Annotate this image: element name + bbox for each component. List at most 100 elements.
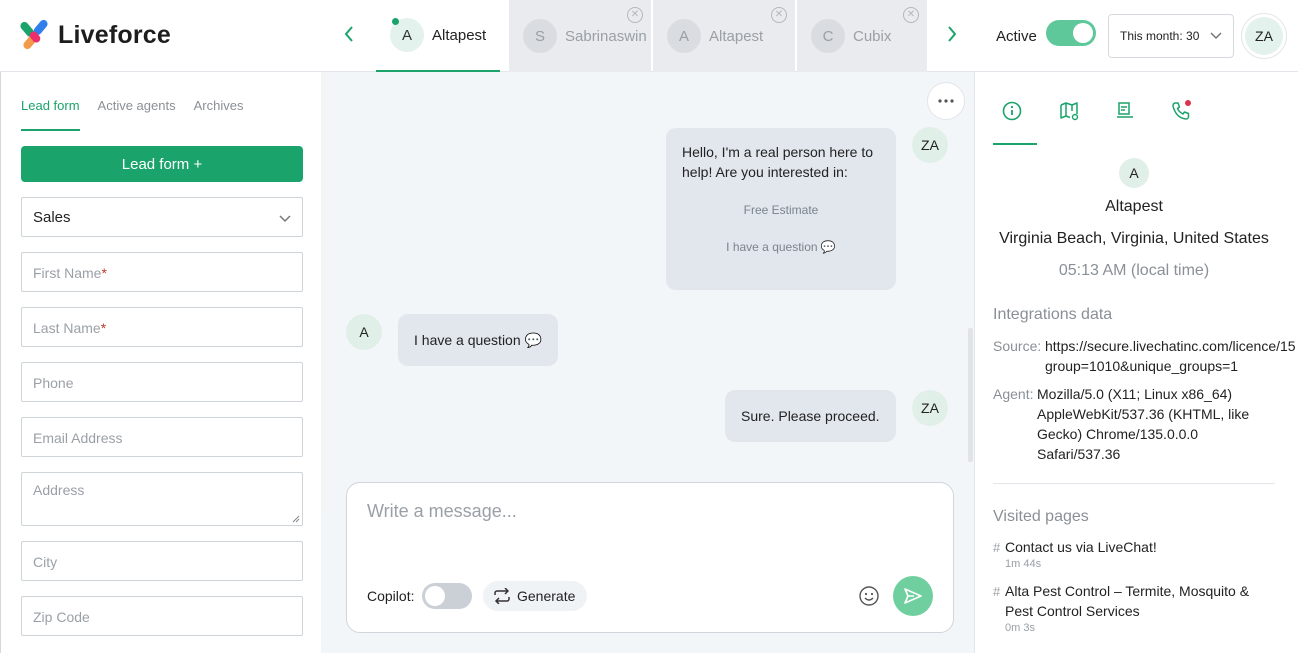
avatar: A: [667, 19, 701, 53]
zip-code-field[interactable]: Zip Code: [21, 596, 303, 636]
first-name-placeholder: First Name: [33, 265, 102, 281]
email-field[interactable]: Email Address: [21, 417, 303, 457]
quick-reply-option[interactable]: I have a question 💬: [682, 237, 880, 257]
tabs-prev-button[interactable]: [339, 24, 359, 48]
required-mark: *: [101, 265, 107, 281]
more-options-button[interactable]: [927, 82, 965, 120]
resize-handle-icon[interactable]: [292, 515, 300, 523]
more-horizontal-icon: [938, 99, 954, 103]
chat-tab-altapest-2[interactable]: A Altapest ✕: [653, 0, 795, 72]
user-avatar[interactable]: ZA: [1241, 13, 1287, 59]
emoji-icon[interactable]: [858, 585, 880, 607]
chat-tab-sabrinaswin[interactable]: S Sabrinaswin ✕: [509, 0, 651, 72]
generate-button[interactable]: Generate: [483, 581, 587, 611]
visitor-location: Virginia Beach, Virginia, United States: [999, 230, 1269, 247]
sidebar-scrollbar[interactable]: [321, 72, 326, 510]
close-tab-icon[interactable]: ✕: [903, 7, 919, 23]
visitor-local-time: 05:13 AM (local time): [1058, 262, 1210, 279]
chevron-right-icon: [948, 26, 957, 42]
visitor-name: Altapest: [1105, 198, 1163, 215]
phone-placeholder: Phone: [33, 375, 74, 391]
visited-page-link[interactable]: Contact us via LiveChat!: [1005, 537, 1157, 557]
active-tab-indicator: [993, 143, 1037, 145]
notification-dot: [1185, 100, 1191, 106]
source-label: Source:: [993, 338, 1042, 354]
tabs-next-button[interactable]: [942, 24, 962, 48]
department-select[interactable]: Sales: [21, 197, 303, 237]
tab-label: Cubix: [853, 27, 892, 45]
city-placeholder: City: [33, 554, 58, 570]
last-name-placeholder: Last Name: [33, 320, 101, 336]
tab-active-agents[interactable]: Active agents: [98, 98, 176, 131]
department-value: Sales: [33, 209, 71, 226]
chat-tab-altapest[interactable]: A Altapest: [376, 0, 500, 72]
agent-avatar: ZA: [912, 127, 948, 163]
email-placeholder: Email Address: [33, 430, 123, 446]
send-icon: [904, 588, 922, 604]
info-icon[interactable]: [1001, 100, 1023, 122]
send-button[interactable]: [893, 576, 933, 616]
close-tab-icon[interactable]: ✕: [627, 7, 643, 23]
copilot-toggle[interactable]: [422, 583, 472, 609]
month-filter-value: This month: 30: [1120, 29, 1200, 43]
logo-mark-icon: [20, 19, 48, 50]
visited-page-duration: 0m 3s: [1005, 622, 1035, 634]
map-icon[interactable]: [1058, 100, 1080, 122]
visited-pages-heading: Visited pages: [993, 508, 1089, 525]
tab-lead-form[interactable]: Lead form: [21, 98, 80, 131]
address-field[interactable]: Address: [21, 472, 303, 526]
visited-page-link[interactable]: Alta Pest Control – Termite, Mosquito & …: [1005, 581, 1249, 621]
chevron-down-icon: [1210, 32, 1222, 40]
message-text: Sure. Please proceed.: [741, 408, 880, 424]
visitor-message-bubble: I have a question 💬: [398, 314, 558, 366]
chevron-left-icon: [344, 26, 353, 42]
source-value: https://secure.livechatinc.com/licence/1…: [1045, 338, 1296, 374]
message-input-placeholder[interactable]: Write a message...: [367, 501, 517, 522]
generate-label: Generate: [517, 588, 576, 604]
tab-label: Altapest: [432, 26, 487, 44]
address-placeholder: Address: [33, 482, 85, 498]
quick-reply-option[interactable]: Free Estimate: [682, 200, 880, 220]
close-tab-icon[interactable]: ✕: [771, 7, 787, 23]
avatar: S: [523, 19, 557, 53]
agent-label: Agent:: [993, 386, 1034, 402]
message-text: Hello, I'm a real person here to help! A…: [682, 144, 873, 180]
city-field[interactable]: City: [21, 541, 303, 581]
chevron-down-icon: [279, 215, 291, 223]
hash-icon: #: [993, 584, 1001, 599]
hash-icon: #: [993, 540, 1001, 555]
refresh-icon: [494, 588, 510, 604]
message-composer[interactable]: Write a message... Copilot: Generate: [346, 482, 954, 633]
avatar: C: [811, 19, 845, 53]
toggle-knob: [425, 586, 445, 606]
tab-label: Sabrinaswin: [565, 27, 647, 45]
chat-tab-cubix[interactable]: C Cubix ✕: [797, 0, 927, 72]
notes-icon[interactable]: [1114, 100, 1136, 122]
top-bar: Liveforce A Altapest S Sabrinaswin ✕ A A…: [0, 0, 1298, 72]
lead-form-button[interactable]: Lead form +: [21, 146, 303, 182]
details-panel: A Altapest Virginia Beach, Virginia, Uni…: [974, 72, 1298, 653]
visited-page-duration: 1m 44s: [1005, 558, 1042, 570]
agent-message-bubble: Hello, I'm a real person here to help! A…: [666, 128, 896, 290]
active-status-toggle[interactable]: [1046, 20, 1096, 46]
divider: [993, 483, 1275, 484]
month-filter-select[interactable]: This month: 30: [1108, 14, 1234, 58]
phone-field[interactable]: Phone: [21, 362, 303, 402]
lead-sidebar: Lead form Active agents Archives Lead fo…: [0, 72, 321, 653]
visitor-avatar: A: [1119, 158, 1149, 188]
first-name-field[interactable]: First Name*: [21, 252, 303, 292]
app-logo[interactable]: Liveforce: [20, 17, 171, 53]
copilot-label: Copilot:: [367, 588, 415, 604]
last-name-field[interactable]: Last Name*: [21, 307, 303, 347]
app-name: Liveforce: [58, 20, 171, 49]
visitor-avatar: A: [346, 314, 382, 350]
chat-area: Hello, I'm a real person here to help! A…: [321, 72, 974, 653]
avatar: A: [390, 18, 424, 52]
agent-value: Mozilla/5.0 (X11; Linux x86_64) AppleWeb…: [1037, 386, 1250, 462]
message-text: I have a question 💬: [414, 332, 542, 348]
agent-message-bubble: Sure. Please proceed.: [725, 390, 896, 442]
tab-archives[interactable]: Archives: [194, 98, 244, 131]
tab-label: Altapest: [709, 27, 764, 45]
agent-avatar: ZA: [912, 390, 948, 426]
chat-scrollbar[interactable]: [968, 328, 973, 462]
